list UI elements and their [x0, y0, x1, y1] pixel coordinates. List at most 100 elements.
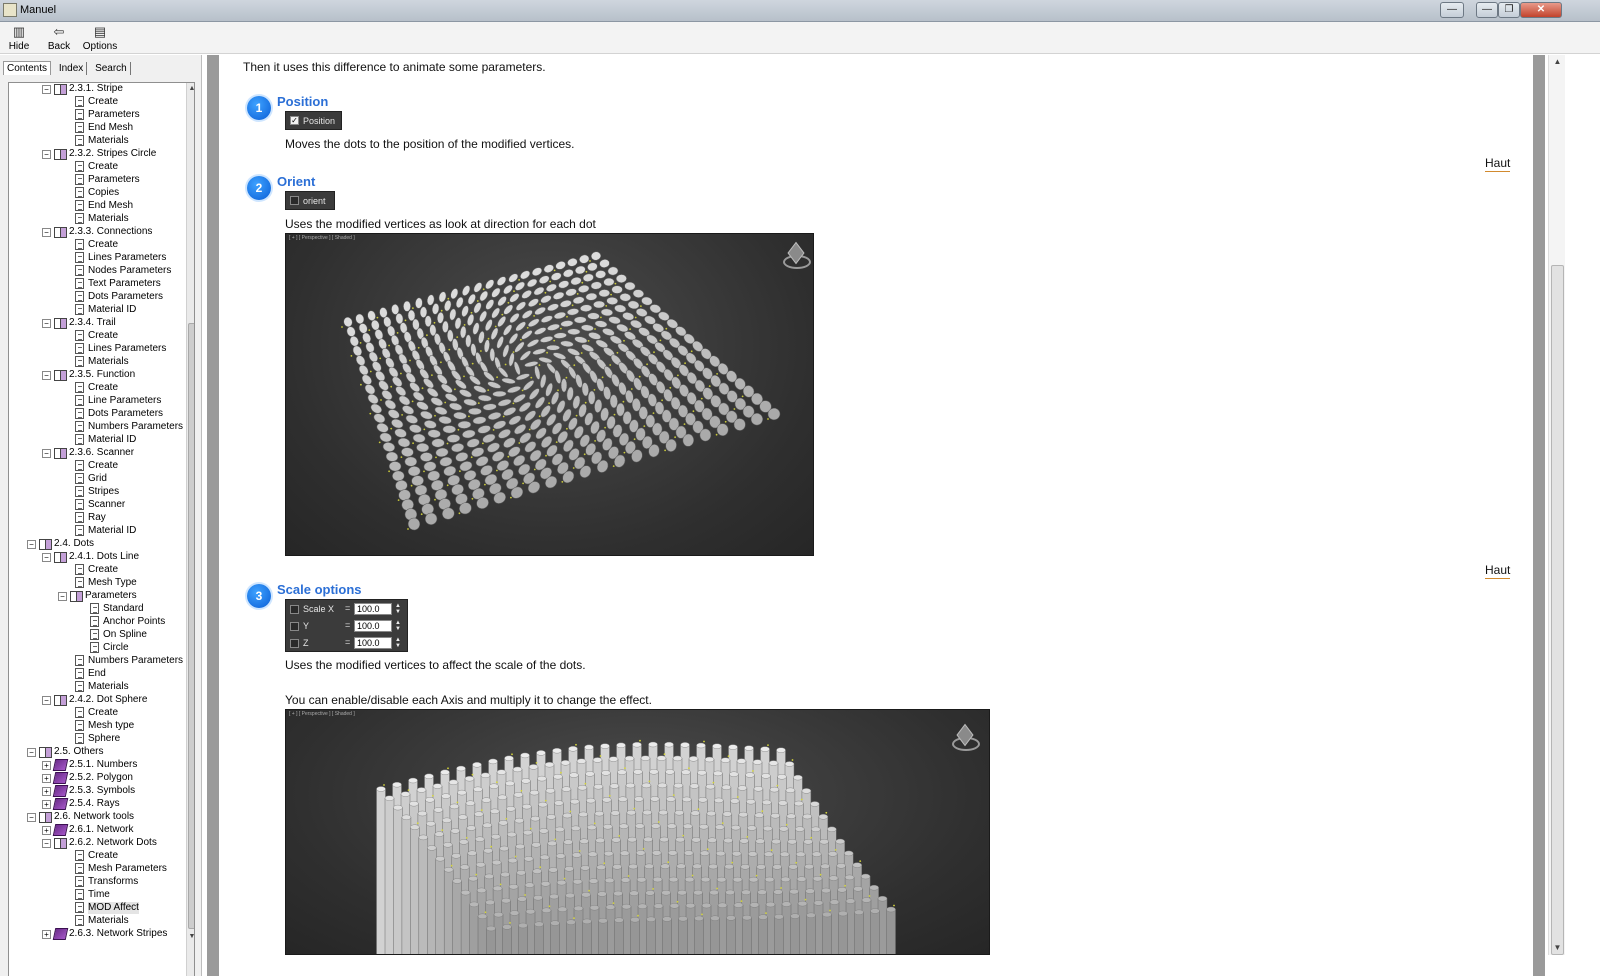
tree-item[interactable]: Mesh Type	[9, 577, 179, 590]
tree-item[interactable]: MOD Affect	[9, 902, 179, 915]
content-scrollbar[interactable]: ▲ ▼	[1548, 55, 1565, 955]
options-button[interactable]: ▤ Options	[82, 22, 118, 54]
tree-item[interactable]: Nodes Parameters	[9, 265, 179, 278]
tree-item[interactable]: +2.5.1. Numbers	[9, 759, 179, 772]
tree-item[interactable]: Grid	[9, 473, 179, 486]
tree-item[interactable]: Create	[9, 707, 179, 720]
back-button[interactable]: ⇦ Back	[46, 22, 72, 54]
tree-item[interactable]: Time	[9, 889, 179, 902]
tab-index[interactable]: Index	[56, 62, 88, 75]
collapse-icon[interactable]: −	[42, 85, 51, 94]
close-button[interactable]: ✕	[1520, 2, 1562, 18]
tree-item[interactable]: +2.5.2. Polygon	[9, 772, 179, 785]
tree-item[interactable]: Parameters	[9, 174, 179, 187]
tree-item[interactable]: Mesh Parameters	[9, 863, 179, 876]
tree-item[interactable]: Create	[9, 564, 179, 577]
tree-item[interactable]: Stripes	[9, 486, 179, 499]
tree-scrollbar[interactable]: ▲ ▼	[186, 83, 194, 976]
tree-item[interactable]: +2.6.3. Network Stripes	[9, 928, 179, 941]
scroll-up-icon[interactable]: ▲	[1549, 57, 1566, 66]
collapse-icon[interactable]: −	[27, 813, 36, 822]
tree-item[interactable]: Dots Parameters	[9, 408, 179, 421]
hide-button[interactable]: ▥ Hide	[6, 22, 32, 54]
collapse-icon[interactable]: −	[27, 540, 36, 549]
tree-item[interactable]: Create	[9, 330, 179, 343]
expand-icon[interactable]: +	[42, 800, 51, 809]
collapse-icon[interactable]: −	[42, 696, 51, 705]
tree-item[interactable]: Circle	[9, 642, 179, 655]
expand-icon[interactable]: +	[42, 787, 51, 796]
tree-item[interactable]: Create	[9, 382, 179, 395]
tree-item[interactable]: +2.5.3. Symbols	[9, 785, 179, 798]
tree-item[interactable]: Dots Parameters	[9, 291, 179, 304]
tree-item[interactable]: Create	[9, 161, 179, 174]
tree-item[interactable]: Standard	[9, 603, 179, 616]
collapse-icon[interactable]: −	[42, 150, 51, 159]
content-scroll-thumb[interactable]	[1551, 265, 1564, 955]
minimize-icon[interactable]: —	[1440, 2, 1464, 18]
tree-item[interactable]: Parameters	[9, 109, 179, 122]
tree-item[interactable]: +2.6.1. Network	[9, 824, 179, 837]
tree-item[interactable]: − 2.3.1. Stripe	[9, 83, 179, 96]
tree-item[interactable]: − 2.3.2. Stripes Circle	[9, 148, 179, 161]
collapse-icon[interactable]: −	[42, 371, 51, 380]
tree-item[interactable]: Create	[9, 850, 179, 863]
tree-item[interactable]: − 2.5. Others	[9, 746, 179, 759]
tree-item[interactable]: − 2.6. Network tools	[9, 811, 179, 824]
tree-item[interactable]: Ray	[9, 512, 179, 525]
tree-item[interactable]: End Mesh	[9, 122, 179, 135]
tree-item[interactable]: − 2.3.4. Trail	[9, 317, 179, 330]
restore-button[interactable]: ❐	[1498, 2, 1520, 18]
tree-item[interactable]: Materials	[9, 681, 179, 694]
tree-item[interactable]: − 2.4.2. Dot Sphere	[9, 694, 179, 707]
tree-item[interactable]: Sphere	[9, 733, 179, 746]
tree-scroll-thumb[interactable]	[188, 323, 194, 929]
tree-item[interactable]: Line Parameters	[9, 395, 179, 408]
back-to-top-link[interactable]: Haut	[1485, 156, 1511, 172]
tree-item[interactable]: − 2.6.2. Network Dots	[9, 837, 179, 850]
tree-item[interactable]: Numbers Parameters	[9, 655, 183, 668]
tab-contents[interactable]: Contents	[3, 61, 52, 75]
collapse-icon[interactable]: −	[27, 748, 36, 757]
tree-item[interactable]: Material ID	[9, 525, 179, 538]
tree-item[interactable]: Materials	[9, 915, 179, 928]
expand-icon[interactable]: +	[42, 826, 51, 835]
tree-item[interactable]: +2.5.4. Rays	[9, 798, 179, 811]
tree-item[interactable]: Text Parameters	[9, 278, 179, 291]
expand-icon[interactable]: +	[42, 930, 51, 939]
tree-item[interactable]: Materials	[9, 213, 179, 226]
scroll-up-icon[interactable]: ▲	[187, 83, 194, 95]
tree-item[interactable]: Lines Parameters	[9, 343, 179, 356]
tree-item[interactable]: Create	[9, 239, 179, 252]
tree-item[interactable]: − 2.3.3. Connections	[9, 226, 179, 239]
tree-item[interactable]: Lines Parameters	[9, 252, 179, 265]
minimize-button[interactable]: —	[1476, 2, 1498, 18]
tree-item[interactable]: Numbers Parameters	[9, 421, 183, 434]
scroll-down-icon[interactable]: ▼	[187, 931, 194, 943]
tree-item[interactable]: End	[9, 668, 179, 681]
tree-item[interactable]: − 2.4. Dots	[9, 538, 179, 551]
collapse-icon[interactable]: −	[42, 839, 51, 848]
scroll-down-icon[interactable]: ▼	[1549, 943, 1566, 952]
tree-item[interactable]: Mesh type	[9, 720, 179, 733]
tree-item[interactable]: Transforms	[9, 876, 179, 889]
collapse-icon[interactable]: −	[58, 592, 67, 601]
tree-item[interactable]: Material ID	[9, 434, 179, 447]
expand-icon[interactable]: +	[42, 761, 51, 770]
collapse-icon[interactable]: −	[42, 319, 51, 328]
collapse-icon[interactable]: −	[42, 228, 51, 237]
tree-item[interactable]: Materials	[9, 135, 179, 148]
tree-item[interactable]: − Parameters	[9, 590, 179, 603]
expand-icon[interactable]: +	[42, 774, 51, 783]
tree-item[interactable]: − 2.4.1. Dots Line	[9, 551, 179, 564]
back-to-top-link-2[interactable]: Haut	[1485, 563, 1511, 579]
tab-search[interactable]: Search	[92, 62, 131, 75]
tree-item[interactable]: Scanner	[9, 499, 179, 512]
tree-item[interactable]: Create	[9, 96, 179, 109]
tree-item[interactable]: Create	[9, 460, 179, 473]
tree-item[interactable]: Material ID	[9, 304, 179, 317]
tree-item[interactable]: End Mesh	[9, 200, 179, 213]
tree-item[interactable]: Materials	[9, 356, 179, 369]
collapse-icon[interactable]: −	[42, 449, 51, 458]
tree-item[interactable]: On Spline	[9, 629, 179, 642]
